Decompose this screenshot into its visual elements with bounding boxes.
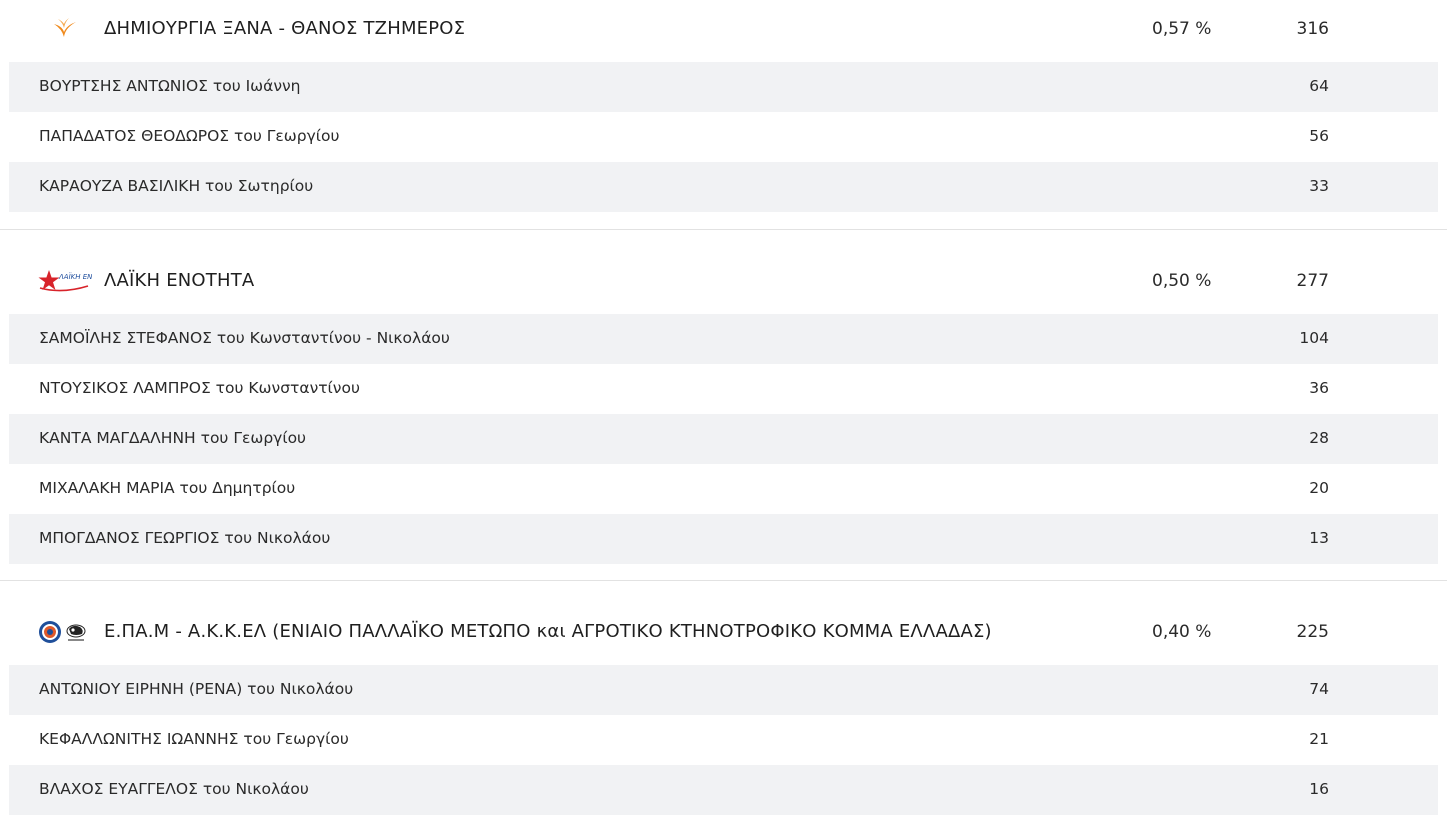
candidate-row: ΚΕΦΑΛΛΩΝΙΤΗΣ ΙΩΑΝΝΗΣ του Γεωργίου 21 [9,715,1438,765]
party-name: ΛΑΪΚΗ ΕΝΟΤΗΤΑ [104,270,255,291]
candidate-votes: 20 [1309,479,1329,497]
candidate-name: ΑΝΤΩΝΙΟΥ ΕΙΡΗΝΗ (ΡΕΝΑ) του Νικολάου [39,680,354,698]
party-block-epam-akkel: Ε.ΠΑ.Μ - Α.Κ.Κ.ΕΛ (ΕΝΙΑΙΟ ΠΑΛΛΑΪΚΟ ΜΕΤΩΠ… [0,603,1447,815]
party-percent: 0,57 % [1152,19,1212,39]
party-votes: 316 [1296,19,1329,39]
candidate-row: ΠΑΠΑΔΑΤΟΣ ΘΕΟΔΩΡΟΣ του Γεωργίου 56 [9,112,1438,162]
candidate-votes: 21 [1309,730,1329,748]
candidate-name: ΚΑΡΑΟΥΖΑ ΒΑΣΙΛΙΚΗ του Σωτηρίου [39,177,314,195]
candidate-name: ΒΛΑΧΟΣ ΕΥΑΓΓΕΛΟΣ του Νικολάου [39,780,309,798]
party-votes: 277 [1296,271,1329,291]
party-header[interactable]: ΛΑΪΚΗ ΕΝΟΤΗΤΑ ΛΑΪΚΗ ΕΝΟΤΗΤΑ 0,50 % 277 [0,252,1447,314]
candidate-votes: 28 [1309,429,1329,447]
party-percent: 0,50 % [1152,271,1212,291]
candidate-name: ΠΑΠΑΔΑΤΟΣ ΘΕΟΔΩΡΟΣ του Γεωργίου [39,127,340,145]
candidate-votes: 36 [1309,379,1329,397]
candidate-name: ΚΑΝΤΑ ΜΑΓΔΑΛΗΝΗ του Γεωργίου [39,429,307,447]
candidate-votes: 16 [1309,780,1329,798]
candidate-name: ΚΕΦΑΛΛΩΝΙΤΗΣ ΙΩΑΝΝΗΣ του Γεωργίου [39,730,349,748]
candidate-votes: 64 [1309,77,1329,95]
dimiourgia-xana-logo-icon [38,15,94,45]
party-header[interactable]: ΔΗΜΙΟΥΡΓΙΑ ΞΑΝΑ - ΘΑΝΟΣ ΤΖΗΜΕΡΟΣ 0,57 % … [0,0,1447,62]
candidate-name: ΜΠΟΓΔΑΝΟΣ ΓΕΩΡΓΙΟΣ του Νικολάου [39,529,331,547]
laiki-enotita-logo-text: ΛΑΪΚΗ ΕΝΟΤΗΤΑ [58,272,92,281]
candidate-row: ΑΝΤΩΝΙΟΥ ΕΙΡΗΝΗ (ΡΕΝΑ) του Νικολάου 74 [9,665,1438,715]
party-name: Ε.ΠΑ.Μ - Α.Κ.Κ.ΕΛ (ΕΝΙΑΙΟ ΠΑΛΛΑΪΚΟ ΜΕΤΩΠ… [104,621,992,642]
candidate-row: ΒΟΥΡΤΣΗΣ ΑΝΤΩΝΙΟΣ του Ιωάννη 64 [9,62,1438,112]
candidate-row: ΚΑΝΤΑ ΜΑΓΔΑΛΗΝΗ του Γεωργίου 28 [9,414,1438,464]
candidate-name: ΝΤΟΥΣΙΚΟΣ ΛΑΜΠΡΟΣ του Κωνσταντίνου [39,379,360,397]
candidate-row: ΜΠΟΓΔΑΝΟΣ ΓΕΩΡΓΙΟΣ του Νικολάου 13 [9,514,1438,564]
epam-akkel-logo-icon [38,618,94,648]
party-divider [0,229,1447,230]
candidate-votes: 56 [1309,127,1329,145]
party-divider [0,580,1447,581]
candidate-row: ΚΑΡΑΟΥΖΑ ΒΑΣΙΛΙΚΗ του Σωτηρίου 33 [9,162,1438,212]
candidate-votes: 104 [1299,329,1329,347]
candidate-row: ΝΤΟΥΣΙΚΟΣ ΛΑΜΠΡΟΣ του Κωνσταντίνου 36 [9,364,1438,414]
party-votes: 225 [1296,622,1329,642]
candidate-name: ΜΙΧΑΛΑΚΗ ΜΑΡΙΑ του Δημητρίου [39,479,296,497]
laiki-enotita-logo-icon: ΛΑΪΚΗ ΕΝΟΤΗΤΑ [38,267,94,297]
candidate-row: ΣΑΜΟΪΛΗΣ ΣΤΕΦΑΝΟΣ του Κωνσταντίνου - Νικ… [9,314,1438,364]
candidate-votes: 74 [1309,680,1329,698]
party-name: ΔΗΜΙΟΥΡΓΙΑ ΞΑΝΑ - ΘΑΝΟΣ ΤΖΗΜΕΡΟΣ [104,18,466,39]
candidate-votes: 13 [1309,529,1329,547]
party-block-laiki-enotita: ΛΑΪΚΗ ΕΝΟΤΗΤΑ ΛΑΪΚΗ ΕΝΟΤΗΤΑ 0,50 % 277 Σ… [0,252,1447,564]
candidate-name: ΣΑΜΟΪΛΗΣ ΣΤΕΦΑΝΟΣ του Κωνσταντίνου - Νικ… [39,329,450,347]
candidate-votes: 33 [1309,177,1329,195]
candidate-row: ΒΛΑΧΟΣ ΕΥΑΓΓΕΛΟΣ του Νικολάου 16 [9,765,1438,815]
party-percent: 0,40 % [1152,622,1212,642]
candidate-name: ΒΟΥΡΤΣΗΣ ΑΝΤΩΝΙΟΣ του Ιωάννη [39,77,301,95]
party-header[interactable]: Ε.ΠΑ.Μ - Α.Κ.Κ.ΕΛ (ΕΝΙΑΙΟ ΠΑΛΛΑΪΚΟ ΜΕΤΩΠ… [0,603,1447,665]
party-block-dimiourgia-xana: ΔΗΜΙΟΥΡΓΙΑ ΞΑΝΑ - ΘΑΝΟΣ ΤΖΗΜΕΡΟΣ 0,57 % … [0,0,1447,212]
candidate-row: ΜΙΧΑΛΑΚΗ ΜΑΡΙΑ του Δημητρίου 20 [9,464,1438,514]
